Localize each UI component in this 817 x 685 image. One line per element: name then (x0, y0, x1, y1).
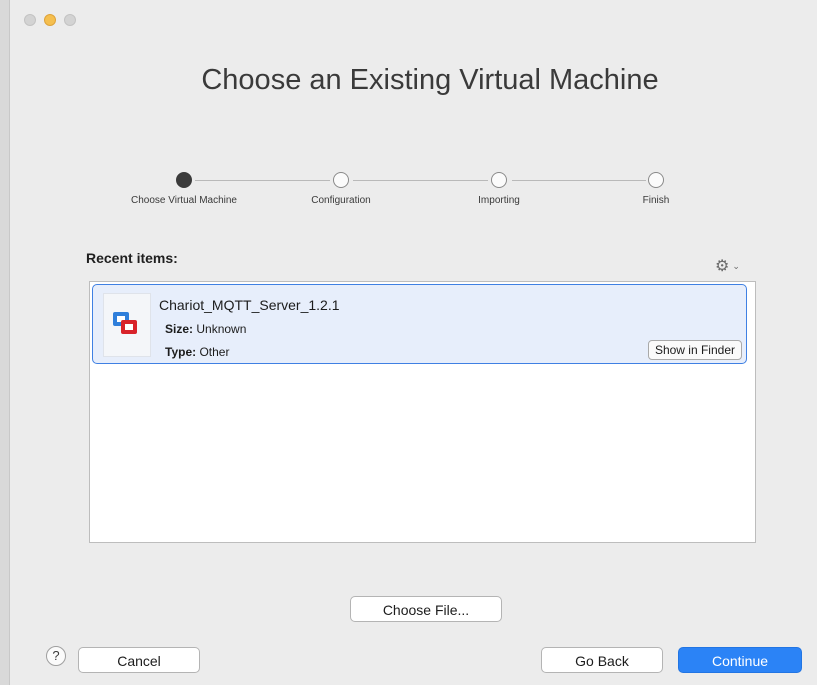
type-label: Type: (165, 345, 197, 359)
step-label-finish: Finish (642, 195, 670, 206)
type-value: Other (199, 345, 230, 359)
settings-menu-button[interactable]: ⚙ ⌄ (715, 256, 740, 276)
step-indicator-choose (176, 172, 192, 188)
minimize-window-button[interactable] (44, 14, 56, 26)
step-connector (353, 180, 488, 181)
close-window-button[interactable] (24, 14, 36, 26)
step-label-configuration: Configuration (311, 195, 371, 206)
import-vm-window: Choose an Existing Virtual Machine Choos… (9, 0, 817, 685)
step-indicator-importing (491, 172, 507, 188)
size-label: Size: (165, 322, 194, 336)
step-label-choose: Choose Virtual Machine (131, 195, 237, 206)
vm-name: Chariot_MQTT_Server_1.2.1 (159, 297, 340, 313)
vm-type-row: Type: Other (165, 345, 229, 359)
vm-size-row: Size: Unknown (165, 322, 246, 336)
list-item-vm[interactable]: Chariot_MQTT_Server_1.2.1 Size: Unknown … (92, 284, 747, 364)
step-indicator-configuration (333, 172, 349, 188)
continue-button[interactable]: Continue (678, 647, 802, 673)
progress-steps: Choose Virtual Machine Configuration Imp… (10, 172, 817, 232)
cancel-button[interactable]: Cancel (78, 647, 200, 673)
step-indicator-finish (648, 172, 664, 188)
step-connector (195, 180, 330, 181)
page-title: Choose an Existing Virtual Machine (201, 64, 659, 96)
step-connector (512, 180, 646, 181)
vm-file-icon (103, 293, 151, 357)
recent-items-list[interactable]: Chariot_MQTT_Server_1.2.1 Size: Unknown … (89, 281, 756, 543)
gear-icon: ⚙ (715, 258, 730, 275)
go-back-button[interactable]: Go Back (541, 647, 663, 673)
size-value: Unknown (196, 322, 247, 336)
recent-items-label: Recent items: (86, 250, 178, 266)
step-label-importing: Importing (478, 195, 520, 206)
chevron-down-icon: ⌄ (732, 260, 740, 271)
choose-file-button[interactable]: Choose File... (350, 596, 502, 622)
show-in-finder-button[interactable]: Show in Finder (647, 340, 742, 360)
help-button[interactable]: ? (46, 646, 66, 666)
zoom-window-button[interactable] (64, 14, 76, 26)
window-controls (24, 14, 76, 26)
